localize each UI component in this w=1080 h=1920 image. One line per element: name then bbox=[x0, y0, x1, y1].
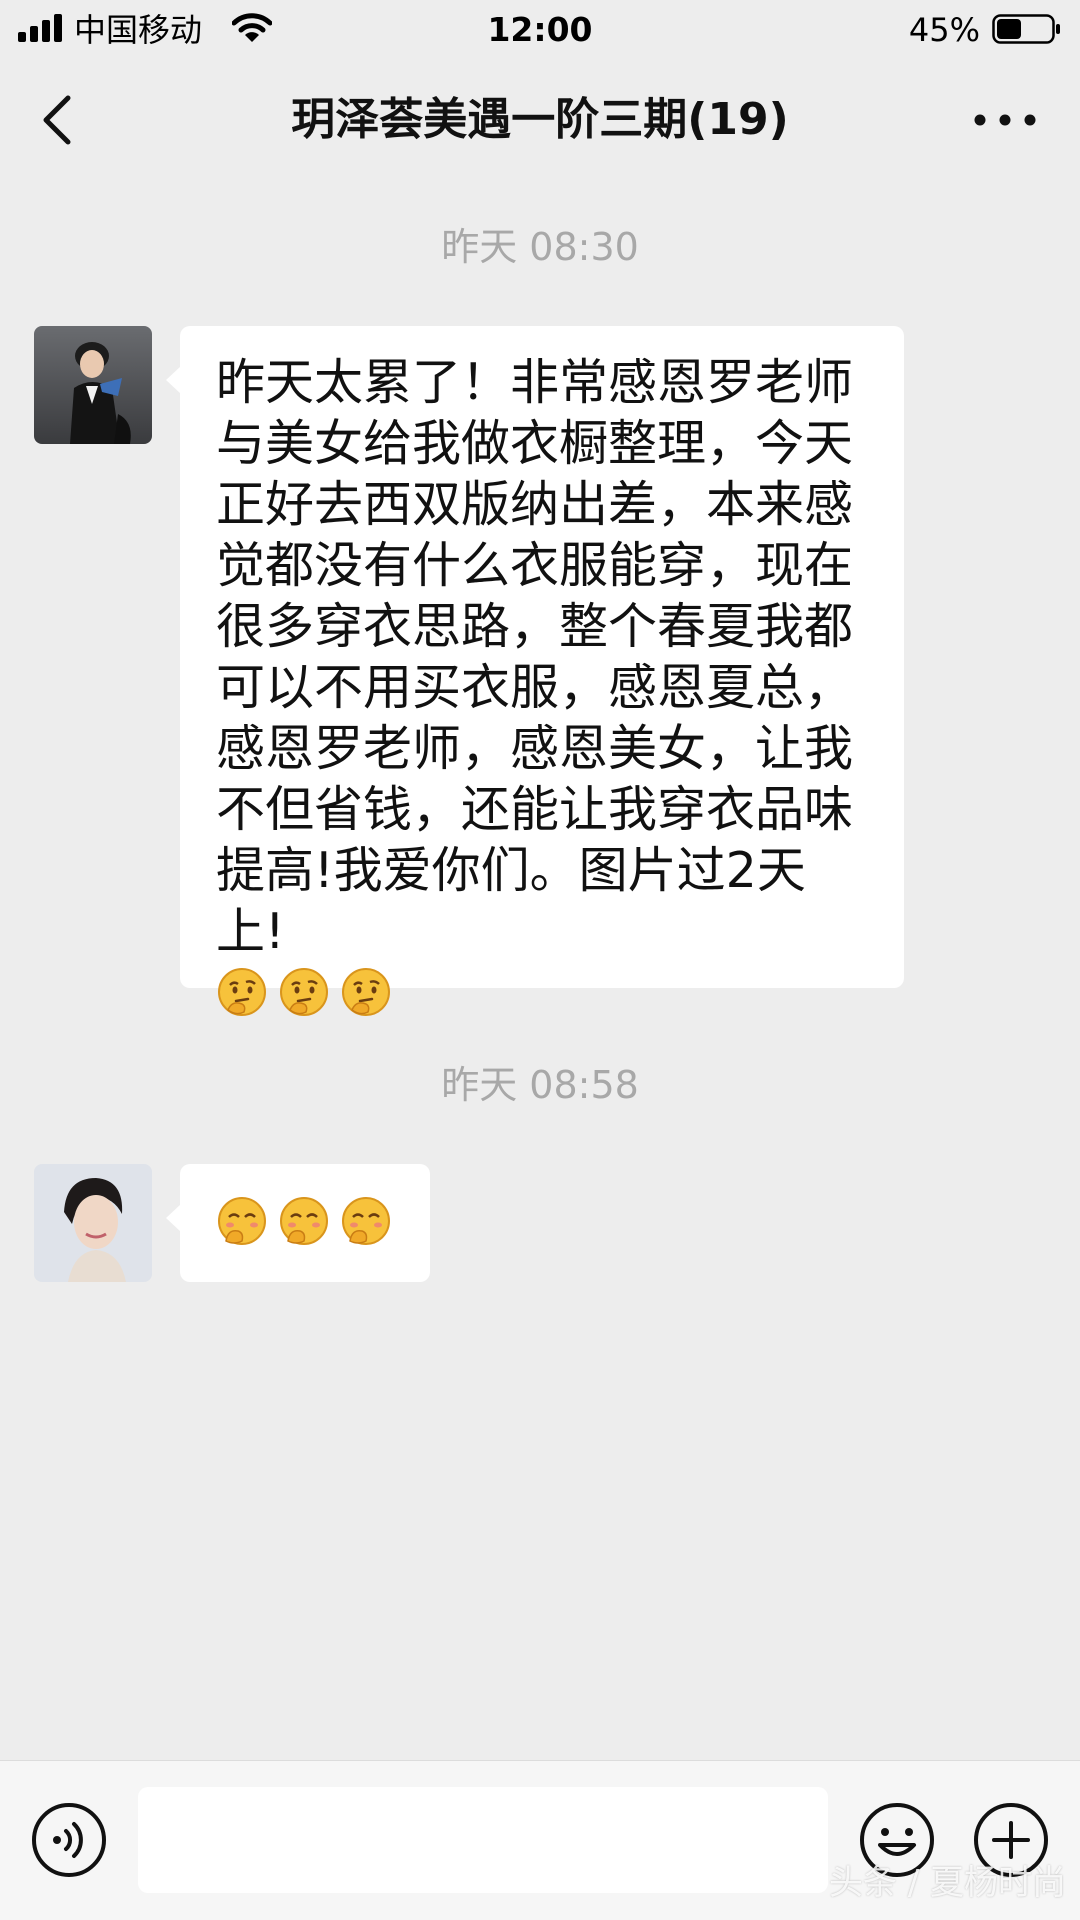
smirk-face-emoji bbox=[218, 1197, 266, 1245]
avatar[interactable] bbox=[34, 1164, 152, 1282]
avatar-photo-woman-portrait bbox=[34, 1164, 152, 1282]
nav-bar: 玥泽荟美遇一阶三期(19) bbox=[0, 60, 1080, 180]
message-timestamp: 昨天 08:58 bbox=[441, 1063, 639, 1107]
thinking-face-emoji bbox=[218, 968, 266, 1016]
smirk-face-emoji bbox=[280, 1197, 328, 1245]
message-text: 昨天太累了！非常感恩罗老师 与美女给我做衣橱整理，今天 正好去西双版纳出差，本来… bbox=[216, 354, 854, 960]
avatar-photo-woman-suit bbox=[34, 326, 152, 444]
chat-title: 玥泽荟美遇一阶三期(19) bbox=[291, 94, 789, 145]
battery-percent: 45% bbox=[908, 11, 980, 49]
watermark: 头条 / 夏杨时尚 bbox=[828, 1863, 1066, 1903]
input-bar: 头条 / 夏杨时尚 bbox=[0, 1760, 1080, 1920]
avatar[interactable] bbox=[34, 326, 152, 444]
smirk-face-emoji bbox=[342, 1197, 390, 1245]
battery-icon bbox=[992, 14, 1060, 44]
thinking-face-emoji bbox=[342, 968, 390, 1016]
emoji-row bbox=[216, 966, 868, 1018]
message-timestamp: 昨天 08:30 bbox=[441, 225, 639, 269]
status-bar: 中国移动 12:00 45% bbox=[0, 0, 1080, 60]
voice-icon[interactable] bbox=[30, 1801, 108, 1879]
message-bubble[interactable]: 昨天太累了！非常感恩罗老师 与美女给我做衣橱整理，今天 正好去西双版纳出差，本来… bbox=[166, 326, 904, 1016]
message-input[interactable] bbox=[138, 1787, 828, 1893]
chat-screen: 中国移动 12:00 45% 玥泽荟美遇一阶三期(19) 昨天 08:30 昨天… bbox=[0, 0, 1080, 1920]
more-dots-icon[interactable] bbox=[970, 90, 1040, 150]
message-bubble[interactable] bbox=[166, 1164, 430, 1282]
back-chevron-icon[interactable] bbox=[30, 90, 90, 150]
emoji-row bbox=[216, 1195, 430, 1247]
thinking-face-emoji bbox=[280, 968, 328, 1016]
